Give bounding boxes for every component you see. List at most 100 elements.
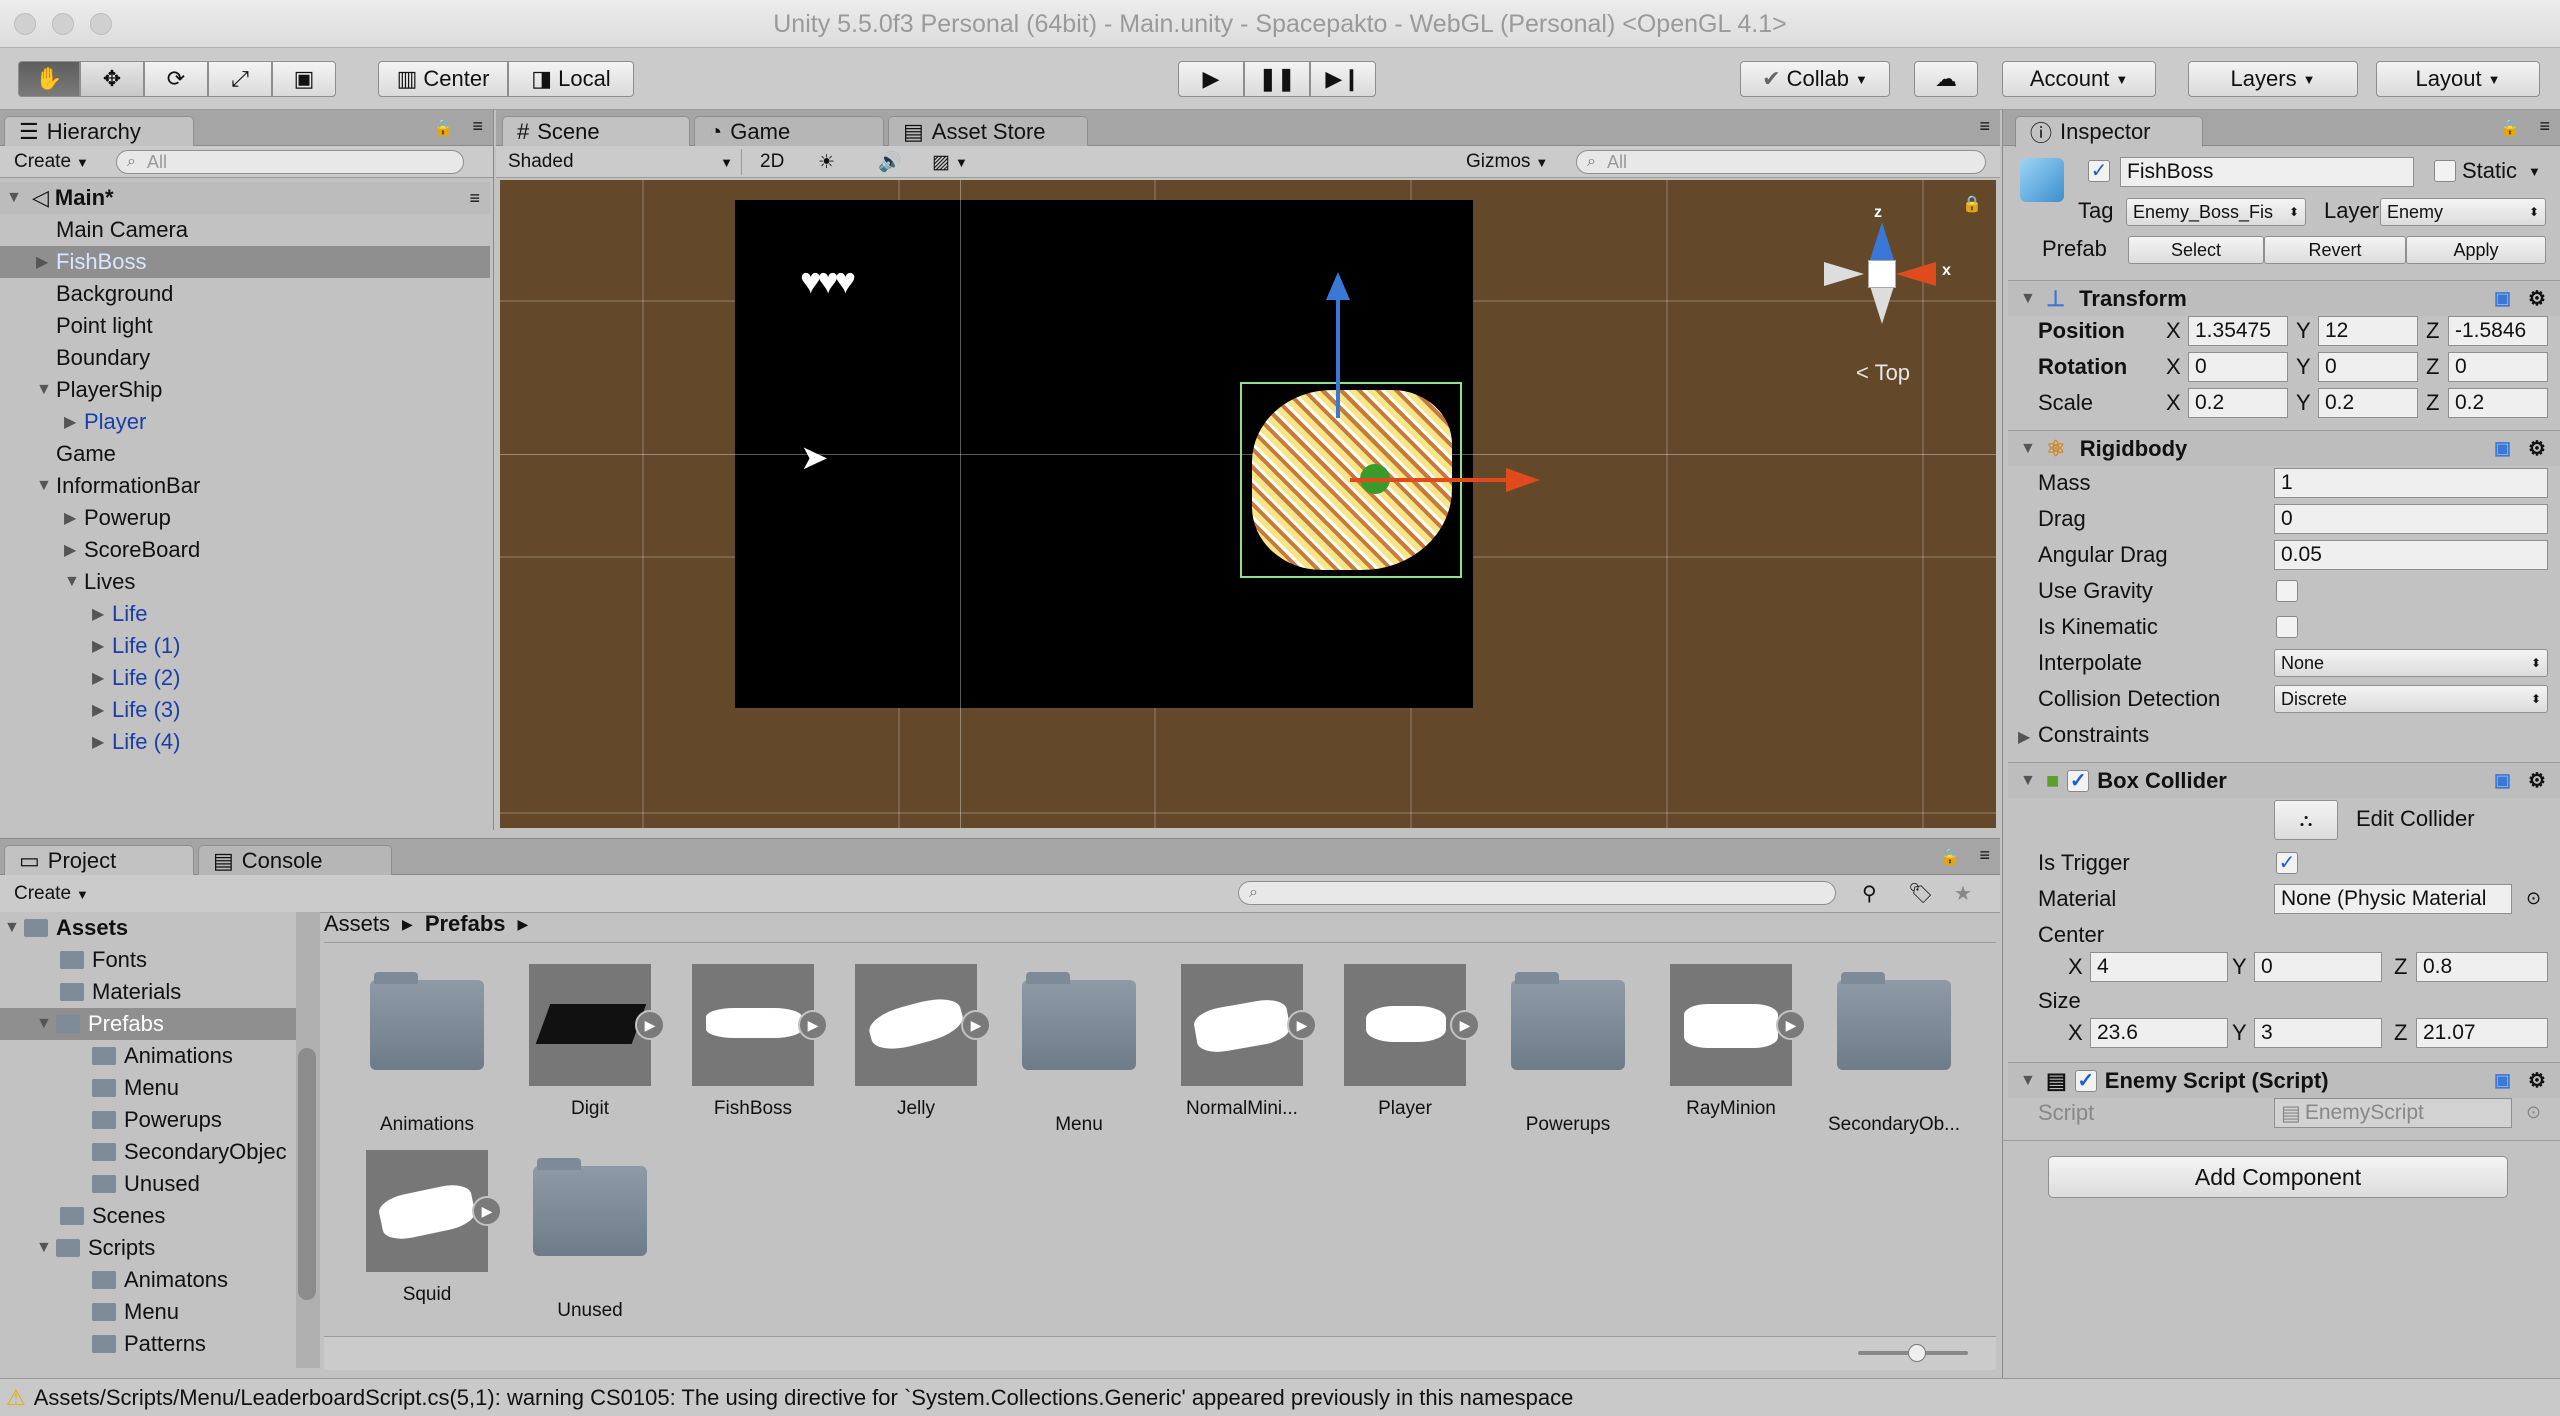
breadcrumb-assets[interactable]: Assets: [324, 911, 390, 937]
rect-tool-button[interactable]: ▣: [272, 61, 336, 97]
tree-item-assets[interactable]: ▼ Assets: [0, 912, 296, 944]
box-collider-header[interactable]: ▼ ■ ✓ Box Collider ▣ ⚙: [2008, 762, 2560, 798]
tree-item-animations[interactable]: Animations: [0, 1040, 296, 1072]
center-z-field[interactable]: 0.8: [2416, 952, 2548, 982]
tab-hierarchy[interactable]: ☰ Hierarchy: [4, 116, 194, 147]
collab-dropdown[interactable]: ✔ Collab ▼: [1740, 61, 1890, 97]
tree-item-prefabs[interactable]: ▼ Prefabs: [0, 1008, 296, 1040]
move-handle-x[interactable]: [1350, 478, 1510, 482]
rotate-tool-button[interactable]: ⟳: [144, 61, 208, 97]
is-trigger-checkbox[interactable]: ✓: [2276, 852, 2298, 874]
expand-arrow-icon[interactable]: ▶: [64, 412, 84, 432]
center-y-field[interactable]: 0: [2254, 952, 2382, 982]
move-handle-y[interactable]: [1336, 288, 1340, 418]
transform-header[interactable]: ▼ ⊥ Transform ▣ ⚙: [2008, 280, 2560, 316]
gizmos-dropdown[interactable]: Gizmos ▼: [1460, 149, 1554, 175]
tree-item-animatons[interactable]: Animatons: [0, 1264, 296, 1296]
expand-arrow-icon[interactable]: ▼: [6, 189, 26, 207]
use-gravity-checkbox[interactable]: [2276, 580, 2298, 602]
play-button[interactable]: ▶: [1178, 61, 1244, 97]
scale-tool-button[interactable]: ⤢: [208, 61, 272, 97]
hierarchy-item-life-1[interactable]: ▶ Life (1): [0, 630, 490, 662]
expand-prefab-icon[interactable]: ▶: [1776, 1010, 1806, 1040]
prefab-revert-button[interactable]: Revert: [2264, 236, 2406, 264]
lock-icon[interactable]: 🔒: [433, 118, 453, 138]
help-book-icon[interactable]: ▣: [2494, 288, 2511, 309]
expand-arrow-icon[interactable]: ▼: [64, 573, 84, 591]
tree-item-powerups[interactable]: Powerups: [0, 1104, 296, 1136]
hierarchy-item-life[interactable]: ▶ Life: [0, 598, 490, 630]
expand-prefab-icon[interactable]: ▶: [635, 1010, 665, 1040]
help-book-icon[interactable]: ▣: [2494, 770, 2511, 791]
asset-prefab-fishboss[interactable]: ▶ FishBoss: [678, 964, 828, 1120]
tab-asset-store[interactable]: ▤ Asset Store: [888, 116, 1088, 146]
panel-menu-icon[interactable]: ≡: [1979, 845, 1990, 866]
tag-dropdown[interactable]: Enemy_Boss_Fis ⬍: [2126, 198, 2306, 226]
scale-y-field[interactable]: 0.2: [2318, 388, 2418, 418]
expand-prefab-icon[interactable]: ▶: [1450, 1010, 1480, 1040]
tree-item-fonts[interactable]: Fonts: [0, 944, 296, 976]
expand-prefab-icon[interactable]: ▶: [472, 1196, 502, 1226]
scale-x-field[interactable]: 0.2: [2188, 388, 2288, 418]
angular-drag-field[interactable]: 0.05: [2274, 540, 2548, 570]
gear-icon[interactable]: ⚙: [2528, 436, 2546, 461]
collision-detection-dropdown[interactable]: Discrete ⬍: [2274, 685, 2548, 713]
object-picker-icon[interactable]: ⊙: [2526, 888, 2541, 909]
effects-dropdown[interactable]: ▨ ▼: [926, 149, 974, 175]
gizmo-center-cube[interactable]: [1868, 260, 1896, 288]
hierarchy-item-background[interactable]: Background: [0, 278, 490, 310]
hierarchy-item-scoreboard[interactable]: ▶ ScoreBoard: [0, 534, 490, 566]
hierarchy-item-point-light[interactable]: Point light: [0, 310, 490, 342]
status-bar[interactable]: ⚠ Assets/Scripts/Menu/LeaderboardScript.…: [0, 1378, 2560, 1416]
asset-prefab-jelly[interactable]: ▶ Jelly: [841, 964, 991, 1120]
expand-prefab-icon[interactable]: ▶: [1287, 1010, 1317, 1040]
box-collider-enabled-checkbox[interactable]: ✓: [2067, 769, 2090, 792]
expand-arrow-icon[interactable]: ▶: [92, 636, 112, 656]
cloud-button[interactable]: ☁: [1914, 61, 1978, 97]
asset-folder-menu[interactable]: Menu: [1004, 964, 1154, 1136]
object-name-field[interactable]: FishBoss: [2120, 157, 2414, 187]
layer-dropdown[interactable]: Enemy ⬍: [2380, 198, 2546, 226]
expand-arrow-icon[interactable]: ▶: [36, 252, 56, 272]
center-x-field[interactable]: 4: [2090, 952, 2228, 982]
hierarchy-item-informationbar[interactable]: ▼ InformationBar: [0, 470, 490, 502]
hierarchy-item-lives[interactable]: ▼ Lives: [0, 566, 490, 598]
hierarchy-search-input[interactable]: ⌕ All: [116, 150, 464, 174]
tree-item-scripts[interactable]: ▼ Scripts: [0, 1232, 296, 1264]
size-x-field[interactable]: 23.6: [2090, 1018, 2228, 1048]
expand-arrow-icon[interactable]: ▼: [36, 1239, 56, 1257]
mode-2d-toggle[interactable]: 2D: [754, 149, 790, 175]
expand-arrow-icon[interactable]: ▼: [36, 477, 56, 495]
tab-console[interactable]: ▤ Console: [198, 845, 392, 875]
expand-arrow-icon[interactable]: ▼: [4, 919, 24, 937]
favorite-star-icon[interactable]: ★: [1954, 881, 1972, 906]
lock-icon[interactable]: 🔒: [2500, 118, 2520, 138]
shading-mode-dropdown[interactable]: Shaded ▼: [502, 149, 742, 175]
pause-button[interactable]: ❚❚: [1244, 61, 1310, 97]
step-button[interactable]: ▶❙: [1310, 61, 1376, 97]
account-dropdown[interactable]: Account ▼: [2002, 61, 2156, 97]
pivot-center-button[interactable]: ▥ Center: [378, 61, 508, 97]
expand-arrow-icon[interactable]: ▶: [92, 604, 112, 624]
position-z-field[interactable]: -1.5846: [2448, 316, 2548, 346]
drag-field[interactable]: 0: [2274, 504, 2548, 534]
move-tool-button[interactable]: ✥: [80, 61, 144, 97]
size-z-field[interactable]: 21.07: [2416, 1018, 2548, 1048]
layout-dropdown[interactable]: Layout ▼: [2376, 61, 2540, 97]
tree-item-scenes[interactable]: Scenes: [0, 1200, 296, 1232]
scene-search-input[interactable]: ⌕ All: [1576, 150, 1986, 174]
constraints-foldout[interactable]: ▶ Constraints: [2018, 722, 2149, 748]
axis-negz-cone-icon[interactable]: [1870, 286, 1894, 324]
expand-arrow-icon[interactable]: ▶: [92, 732, 112, 752]
hierarchy-item-life-4[interactable]: ▶ Life (4): [0, 726, 490, 758]
size-y-field[interactable]: 3: [2254, 1018, 2382, 1048]
expand-prefab-icon[interactable]: ▶: [961, 1010, 991, 1040]
tab-scene[interactable]: # Scene: [502, 116, 690, 147]
axis-z-cone-icon[interactable]: [1870, 222, 1894, 260]
gizmo-view-label[interactable]: < Top: [1856, 360, 1910, 386]
lock-icon[interactable]: 🔒: [1962, 194, 1982, 214]
hierarchy-item-main-camera[interactable]: Main Camera: [0, 214, 490, 246]
mass-field[interactable]: 1: [2274, 468, 2548, 498]
add-component-button[interactable]: Add Component: [2048, 1156, 2508, 1198]
hand-tool-button[interactable]: ✋: [18, 61, 80, 97]
